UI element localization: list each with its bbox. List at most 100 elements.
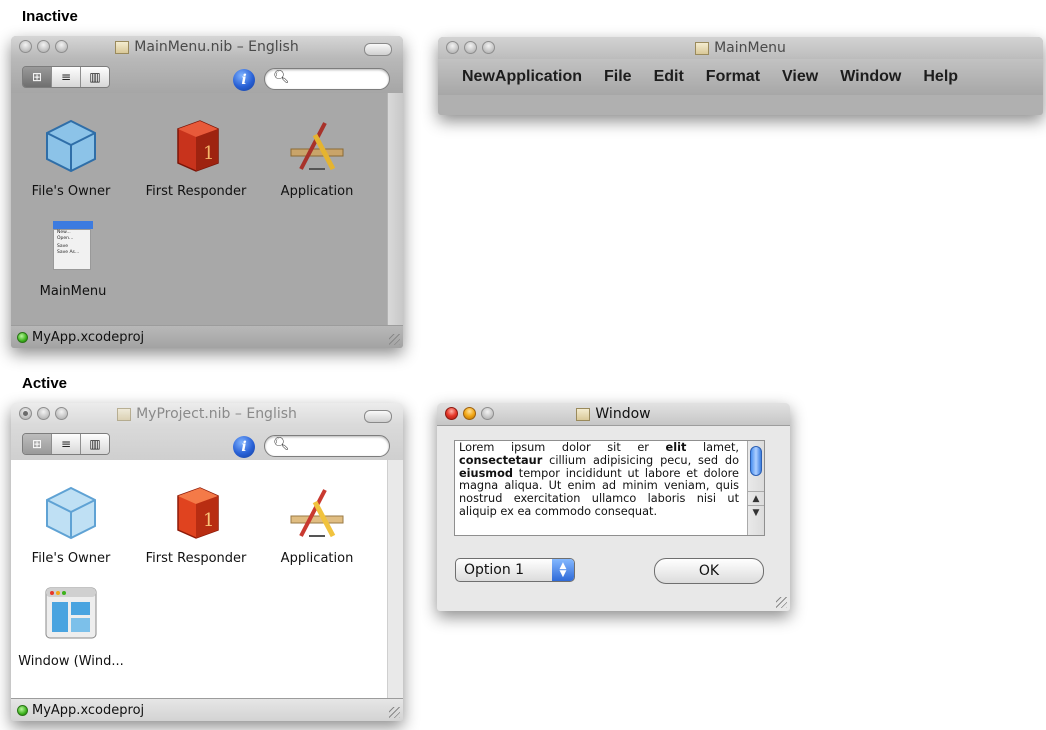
window-title: MainMenu.nib – English <box>134 39 299 55</box>
zoom-button[interactable] <box>55 407 68 420</box>
resize-grip[interactable] <box>389 707 400 718</box>
toolbar-toggle-button[interactable] <box>364 43 392 56</box>
project-name: MyApp.xcodeproj <box>32 329 145 345</box>
menu-item-format[interactable]: Format <box>706 68 760 86</box>
object-window[interactable]: Window (Wind... <box>11 587 132 669</box>
status-bar: MyApp.xcodeproj <box>11 325 403 348</box>
object-first-responder[interactable]: 1 First Responder <box>135 117 257 199</box>
search-icon: 🔍︎ <box>273 70 290 85</box>
nib-document-icon <box>117 407 132 421</box>
toolbar: ⊞ ≡ ▥ i 🔍︎ <box>11 58 403 93</box>
active-document-window: MyProject.nib – English ⊞ ≡ ▥ i 🔍︎ File'… <box>11 403 403 721</box>
object-label: Application <box>280 184 354 199</box>
close-button[interactable] <box>445 407 458 420</box>
section-label-active: Active <box>22 375 68 392</box>
object-label: File's Owner <box>31 551 111 566</box>
icon-view-button[interactable]: ⊞ <box>23 67 52 87</box>
updown-arrows-icon: ▲ ▼ <box>552 559 574 581</box>
option-popup-button[interactable]: Option 1 ▲ ▼ <box>455 558 575 582</box>
info-icon[interactable]: i <box>233 436 255 458</box>
status-bar: MyApp.xcodeproj <box>11 698 403 721</box>
red-cube-icon: 1 <box>168 484 224 542</box>
titlebar: MainMenu.nib – English <box>11 36 403 58</box>
object-label: MainMenu <box>39 284 107 299</box>
window-title: MyProject.nib – English <box>136 406 297 422</box>
search-field[interactable]: 🔍︎ <box>264 435 390 457</box>
mainmenu-window: MainMenu NewApplication File Edit Format… <box>438 37 1043 115</box>
object-application[interactable]: Application <box>256 117 378 199</box>
object-first-responder[interactable]: 1 First Responder <box>135 484 257 566</box>
project-status-icon <box>17 704 28 716</box>
scroll-thumb[interactable] <box>750 446 762 476</box>
minimize-button[interactable] <box>37 40 50 53</box>
view-mode-segmented-control: ⊞ ≡ ▥ <box>22 66 110 88</box>
object-label: First Responder <box>145 551 247 566</box>
info-icon[interactable]: i <box>233 69 255 91</box>
svg-text:1: 1 <box>203 510 214 531</box>
menu-item-file[interactable]: File <box>604 68 632 86</box>
menu-icon: New... Open... Save Save As... <box>53 221 93 271</box>
column-view-button[interactable]: ▥ <box>81 434 109 454</box>
object-label: File's Owner <box>31 184 111 199</box>
window-title: Window <box>595 406 651 422</box>
object-files-owner[interactable]: File's Owner <box>11 117 132 199</box>
object-label: First Responder <box>145 184 247 199</box>
object-application[interactable]: Application <box>256 484 378 566</box>
red-cube-icon: 1 <box>168 117 224 175</box>
bold-text-run: eiusmod <box>459 466 513 480</box>
close-button[interactable] <box>446 41 459 54</box>
menu-icon-line: Save As... <box>57 249 80 255</box>
menu-bar: NewApplication File Edit Format View Win… <box>438 59 1043 95</box>
objects-pane: File's Owner 1 First Responder Applicati… <box>11 460 403 698</box>
zoom-button[interactable] <box>481 407 494 420</box>
close-button[interactable] <box>19 407 32 420</box>
scroll-up-arrow-icon[interactable]: ▲ <box>748 491 764 506</box>
svg-text:1: 1 <box>203 143 214 164</box>
list-view-button[interactable]: ≡ <box>52 67 81 87</box>
column-view-button[interactable]: ▥ <box>81 67 109 87</box>
bold-text-run: consectetaur <box>459 453 543 467</box>
minimize-button[interactable] <box>463 407 476 420</box>
scroll-down-arrow-icon[interactable]: ▼ <box>748 505 764 520</box>
search-field[interactable]: 🔍︎ <box>264 68 390 90</box>
object-mainmenu[interactable]: New... Open... Save Save As... MainMenu <box>12 221 134 299</box>
search-icon: 🔍︎ <box>273 437 290 452</box>
text-run: Lorem ipsum dolor sit er <box>459 441 666 454</box>
resize-grip[interactable] <box>389 334 400 345</box>
view-mode-segmented-control: ⊞ ≡ ▥ <box>22 433 110 455</box>
icon-view-button[interactable]: ⊞ <box>23 434 52 454</box>
menu-item-help[interactable]: Help <box>923 68 958 86</box>
text-view-content: Lorem ipsum dolor sit er elit lamet, con… <box>459 441 739 519</box>
window-icon <box>45 587 97 639</box>
vertical-scrollbar[interactable] <box>387 460 403 698</box>
titlebar: Window <box>437 403 790 426</box>
minimize-button[interactable] <box>37 407 50 420</box>
zoom-button[interactable] <box>482 41 495 54</box>
menu-item-app[interactable]: NewApplication <box>462 68 582 86</box>
zoom-button[interactable] <box>55 40 68 53</box>
bold-text-run: elit <box>665 441 687 454</box>
text-view[interactable]: Lorem ipsum dolor sit er elit lamet, con… <box>454 440 765 536</box>
nib-document-icon <box>115 40 130 54</box>
cube-icon <box>43 484 99 542</box>
object-files-owner[interactable]: File's Owner <box>11 484 132 566</box>
text-view-scrollbar[interactable]: ▲ ▼ <box>747 441 764 535</box>
ok-button[interactable]: OK <box>654 558 764 584</box>
menu-item-view[interactable]: View <box>782 68 818 86</box>
nib-document-icon <box>576 407 591 421</box>
menu-item-window[interactable]: Window <box>840 68 901 86</box>
list-view-button[interactable]: ≡ <box>52 434 81 454</box>
section-label-inactive: Inactive <box>22 8 78 25</box>
toolbar-toggle-button[interactable] <box>364 410 392 423</box>
resize-grip[interactable] <box>776 597 787 608</box>
objects-pane: File's Owner 1 First Responder Applicati… <box>11 93 403 325</box>
project-name: MyApp.xcodeproj <box>32 702 145 718</box>
vertical-scrollbar[interactable] <box>387 93 403 325</box>
minimize-button[interactable] <box>464 41 477 54</box>
titlebar: MainMenu <box>438 37 1043 59</box>
menu-item-edit[interactable]: Edit <box>654 68 684 86</box>
text-run: cillium adipisicing pecu, sed do <box>542 453 739 467</box>
window-preview: Window Lorem ipsum dolor sit er elit lam… <box>437 403 790 611</box>
window-title: MainMenu <box>714 40 786 56</box>
close-button[interactable] <box>19 40 32 53</box>
